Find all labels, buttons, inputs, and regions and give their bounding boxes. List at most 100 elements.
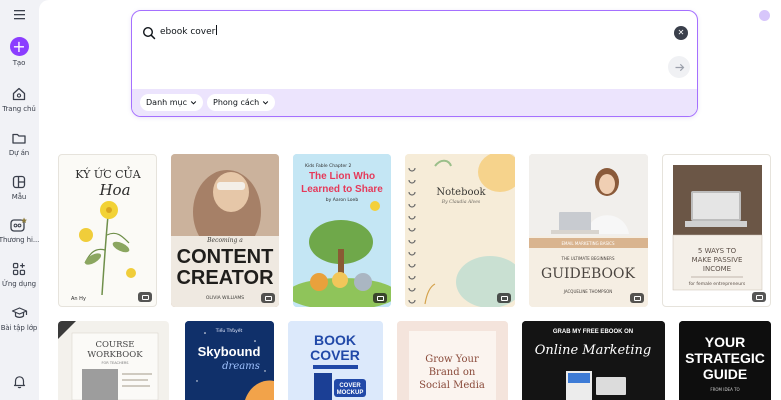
card-series: THE ULTIMATE BEGINNERS xyxy=(561,256,615,261)
card-badge-text: MOCKUP xyxy=(337,390,364,396)
sidebar-item-home[interactable]: Trang chủ xyxy=(0,86,38,113)
card-subtitle: for female entrepreneurs xyxy=(689,281,746,287)
card-title: CONTENT xyxy=(177,246,274,268)
chevron-down-icon xyxy=(190,101,197,105)
search-submit-button[interactable] xyxy=(668,56,690,78)
template-card[interactable]: Kids Fable Chapter 2 The Lion Who Learne… xyxy=(293,154,391,307)
card-artwork: Notebook By Claudia Alves xyxy=(405,154,515,307)
graduation-cap-icon xyxy=(11,307,27,318)
sidebar-item-create[interactable]: + Tạo xyxy=(0,37,38,67)
search-input[interactable]: ebook cover xyxy=(160,25,660,41)
card-author: by Aaron Loeb xyxy=(326,197,359,203)
filter-bar: Danh mục Phong cách xyxy=(132,89,697,116)
premium-badge xyxy=(630,293,644,303)
template-card[interactable]: KÝ ỨC CỦA Hoa An Hy xyxy=(58,154,157,307)
card-author: An Hy xyxy=(71,296,86,302)
folder-icon xyxy=(12,133,26,144)
card-title: YOUR xyxy=(705,334,745,350)
premium-badge xyxy=(138,292,152,302)
sidebar-item-projects[interactable]: Dự án xyxy=(0,130,38,157)
hamburger-icon xyxy=(13,10,25,20)
card-artwork: YOUR STRATEGIC GUIDE FROM IDEA TO xyxy=(679,321,771,400)
template-card[interactable]: BOOK COVER COVER MOCKUP xyxy=(288,321,383,400)
card-title: COVER xyxy=(310,347,360,363)
card-artwork: EMAIL MARKETING BASICS THE ULTIMATE BEGI… xyxy=(529,154,648,307)
menu-button[interactable] xyxy=(0,9,38,20)
card-title: Brand on xyxy=(429,367,476,378)
search-input-value: ebook cover xyxy=(160,27,216,37)
premium-badge xyxy=(373,293,387,303)
card-title: The Lion Who xyxy=(309,171,375,182)
card-artwork: Tiểu Thuyết Skybound dreams xyxy=(185,321,274,400)
template-card[interactable]: Tiểu Thuyết Skybound dreams xyxy=(185,321,274,400)
card-subtitle: FROM IDEA TO xyxy=(710,387,739,392)
sidebar-item-label: Ứng dụng xyxy=(1,280,37,288)
card-artwork: COURSE WORKBOOK FOR TEACHERS xyxy=(58,321,159,400)
card-artwork: GRAB MY FREE EBOOK ON Online Marketing xyxy=(522,321,665,400)
card-title: Notebook xyxy=(436,187,486,198)
filter-chip-category[interactable]: Danh mục xyxy=(140,94,204,111)
card-script-title: dreams xyxy=(222,361,260,372)
sidebar: + Tạo Trang chủ Dự án Mẫu Thương hi... Ứ… xyxy=(0,0,40,400)
card-kicker: EMAIL MARKETING BASICS xyxy=(561,241,614,246)
sidebar-item-label: Dự án xyxy=(8,149,30,157)
sidebar-item-classwork[interactable]: Bài tập lớp xyxy=(0,305,38,332)
chevron-down-icon xyxy=(263,101,269,105)
sidebar-item-label: Tạo xyxy=(12,59,26,67)
template-card[interactable]: Notebook By Claudia Alves xyxy=(405,154,515,307)
card-title: Grow Your xyxy=(425,354,479,365)
card-title: KÝ ỨC CỦA xyxy=(75,166,142,181)
card-subtitle: FOR TEACHERS xyxy=(102,361,130,365)
brand-icon xyxy=(10,217,27,232)
card-script-title: Hoa xyxy=(98,181,130,199)
card-subtitle: By Claudia Alves xyxy=(441,199,481,205)
card-artwork: KÝ ỨC CỦA Hoa An Hy xyxy=(71,166,142,302)
sidebar-item-label: Mẫu xyxy=(11,193,27,201)
filter-chip-label: Danh mục xyxy=(146,98,188,107)
template-card[interactable]: YOUR STRATEGIC GUIDE FROM IDEA TO xyxy=(679,321,771,400)
account-indicator[interactable] xyxy=(759,10,770,21)
search-panel: ebook cover ✕ Danh mục Phong cách xyxy=(131,10,698,117)
premium-badge xyxy=(261,293,275,303)
card-artwork: 5 WAYS TO MAKE PASSIVE INCOME for female… xyxy=(672,165,763,291)
template-card[interactable]: 5 WAYS TO MAKE PASSIVE INCOME for female… xyxy=(662,154,771,307)
search-icon xyxy=(142,26,156,40)
text-caret xyxy=(216,25,218,35)
sidebar-item-label: Bài tập lớp xyxy=(0,324,38,332)
sidebar-item-label: Trang chủ xyxy=(2,105,36,113)
plus-icon: + xyxy=(9,37,29,56)
card-kicker: GRAB MY FREE EBOOK ON xyxy=(553,329,633,335)
bell-icon xyxy=(13,376,25,389)
template-card[interactable]: Becoming a CONTENT CREATOR OLIVIA WILLIA… xyxy=(171,154,279,307)
card-kicker: Becoming a xyxy=(206,237,243,244)
sidebar-item-templates[interactable]: Mẫu xyxy=(0,174,38,201)
filter-chip-style[interactable]: Phong cách xyxy=(207,94,276,111)
card-series: Kids Fable Chapter 2 xyxy=(305,163,351,169)
clear-search-button[interactable]: ✕ xyxy=(674,26,688,40)
card-title: CREATOR xyxy=(176,267,274,289)
sidebar-item-apps[interactable]: Ứng dụng xyxy=(0,261,38,288)
card-title: GUIDEBOOK xyxy=(541,266,635,282)
card-title: STRATEGIC xyxy=(685,350,765,366)
card-artwork: Becoming a CONTENT CREATOR OLIVIA WILLIA… xyxy=(171,154,279,307)
card-badge-text: COVER xyxy=(339,383,361,389)
premium-badge xyxy=(497,293,511,303)
card-author: JACQUELINE THOMPSON xyxy=(563,289,613,294)
template-card[interactable]: GRAB MY FREE EBOOK ON Online Marketing xyxy=(522,321,665,400)
template-card[interactable]: EMAIL MARKETING BASICS THE ULTIMATE BEGI… xyxy=(529,154,648,307)
sidebar-item-label: Thương hi... xyxy=(0,236,40,244)
card-artwork: Grow Your Brand on Social Media xyxy=(397,321,508,400)
card-title: WORKBOOK xyxy=(87,350,143,360)
card-title: Online Marketing xyxy=(535,343,651,358)
close-icon: ✕ xyxy=(677,28,685,37)
premium-badge xyxy=(752,292,766,302)
card-title: INCOME xyxy=(703,265,731,273)
template-card[interactable]: Grow Your Brand on Social Media xyxy=(397,321,508,400)
card-title: Learned to Share xyxy=(301,184,383,195)
sidebar-item-brand[interactable]: Thương hi... xyxy=(0,216,40,244)
home-icon xyxy=(12,87,26,101)
search-row: ebook cover ✕ xyxy=(132,11,697,89)
card-artwork: BOOK COVER COVER MOCKUP xyxy=(288,321,383,400)
notifications-button[interactable] xyxy=(0,374,38,389)
template-card[interactable]: COURSE WORKBOOK FOR TEACHERS xyxy=(58,321,169,400)
